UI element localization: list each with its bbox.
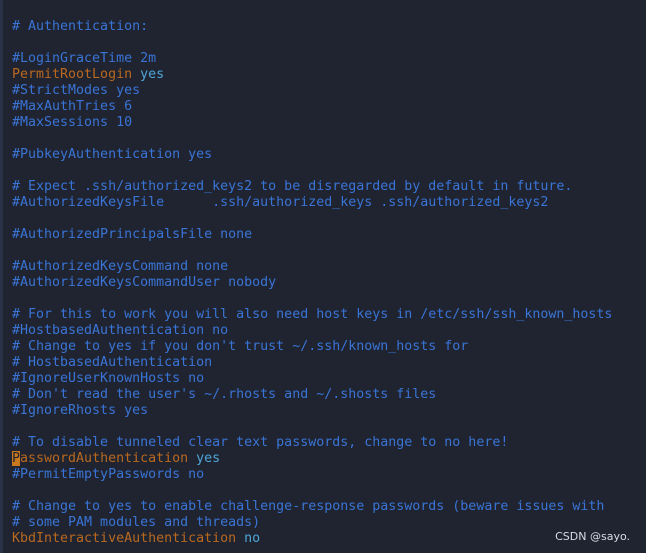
config-line: PermitRootLogin yes [12,67,646,83]
config-line: #MaxSessions 10 [12,115,646,131]
comment-text: # Don't read the user's ~/.rhosts and ~/… [12,387,437,402]
directive-keyword: asswordAuthentication [20,451,189,466]
config-line: #PubkeyAuthentication yes [12,147,646,163]
config-line: #IgnoreRhosts yes [12,403,646,419]
comment-text: #AuthorizedKeysCommandUser nobody [12,275,277,290]
comment-text: #MaxAuthTries 6 [12,99,133,114]
comment-text: #LoginGraceTime 2m [12,51,157,66]
watermark: CSDN @sayo. [555,530,630,543]
directive-keyword: KbdInteractiveAuthentication [12,531,237,546]
vim-editor-buffer[interactable]: # Authentication: #LoginGraceTime 2m Permi… [12,19,646,547]
directive-value: yes [188,451,221,466]
comment-text: # Change to yes if you don't trust ~/.ss… [12,339,469,354]
config-line [12,163,646,179]
window-edge [0,0,3,553]
comment-text: # HostbasedAuthentication [12,355,213,370]
config-line: #AuthorizedPrincipalsFile none [12,227,646,243]
comment-text: # For this to work you will also need ho… [12,307,613,322]
config-line: #AuthorizedKeysCommand none [12,259,646,275]
config-line: #PermitEmptyPasswords no [12,467,646,483]
config-line [12,131,646,147]
config-line: #IgnoreUserKnownHosts no [12,371,646,387]
comment-text: #HostbasedAuthentication no [12,323,229,338]
config-line: # For this to work you will also need ho… [12,307,646,323]
comment-text: #IgnoreUserKnownHosts no [12,371,205,386]
comment-text: # some PAM modules and threads) [12,515,261,530]
text-cursor: P [12,451,21,466]
config-line: KbdInteractiveAuthentication no [12,531,646,547]
comment-text: # Expect .ssh/authorized_keys2 to be dis… [12,179,573,194]
config-line: #MaxAuthTries 6 [12,99,646,115]
config-line: # Authentication: [12,19,646,35]
config-line: # To disable tunneled clear text passwor… [12,435,646,451]
config-line [12,35,646,51]
config-line: # HostbasedAuthentication [12,355,646,371]
config-line: # some PAM modules and threads) [12,515,646,531]
config-line: # Expect .ssh/authorized_keys2 to be dis… [12,179,646,195]
config-line: #HostbasedAuthentication no [12,323,646,339]
config-line: # Change to yes if you don't trust ~/.ss… [12,339,646,355]
config-line [12,243,646,259]
config-line [12,291,646,307]
comment-text: # Authentication: [12,19,149,34]
comment-text: #MaxSessions 10 [12,115,133,130]
directive-value: yes [132,67,165,82]
config-line: #LoginGraceTime 2m [12,51,646,67]
comment-text: #PermitEmptyPasswords no [12,467,205,482]
config-line: #AuthorizedKeysFile .ssh/authorized_keys… [12,195,646,211]
comment-text: # To disable tunneled clear text passwor… [12,435,509,450]
comment-text: #AuthorizedKeysCommand none [12,259,229,274]
config-line: PasswordAuthentication yes [12,451,646,467]
comment-text: #PubkeyAuthentication yes [12,147,213,162]
config-line [12,483,646,499]
directive-value: no [236,531,261,546]
config-line [12,211,646,227]
comment-text: #AuthorizedKeysFile .ssh/authorized_keys… [12,195,549,210]
comment-text: # Change to yes to enable challenge-resp… [12,499,605,514]
comment-text: #IgnoreRhosts yes [12,403,149,418]
config-line: # Don't read the user's ~/.rhosts and ~/… [12,387,646,403]
comment-text: #StrictModes yes [12,83,141,98]
directive-keyword: PermitRootLogin [12,67,133,82]
config-line [12,419,646,435]
config-line: #AuthorizedKeysCommandUser nobody [12,275,646,291]
comment-text: #AuthorizedPrincipalsFile none [12,227,253,242]
config-line: #StrictModes yes [12,83,646,99]
config-line: # Change to yes to enable challenge-resp… [12,499,646,515]
